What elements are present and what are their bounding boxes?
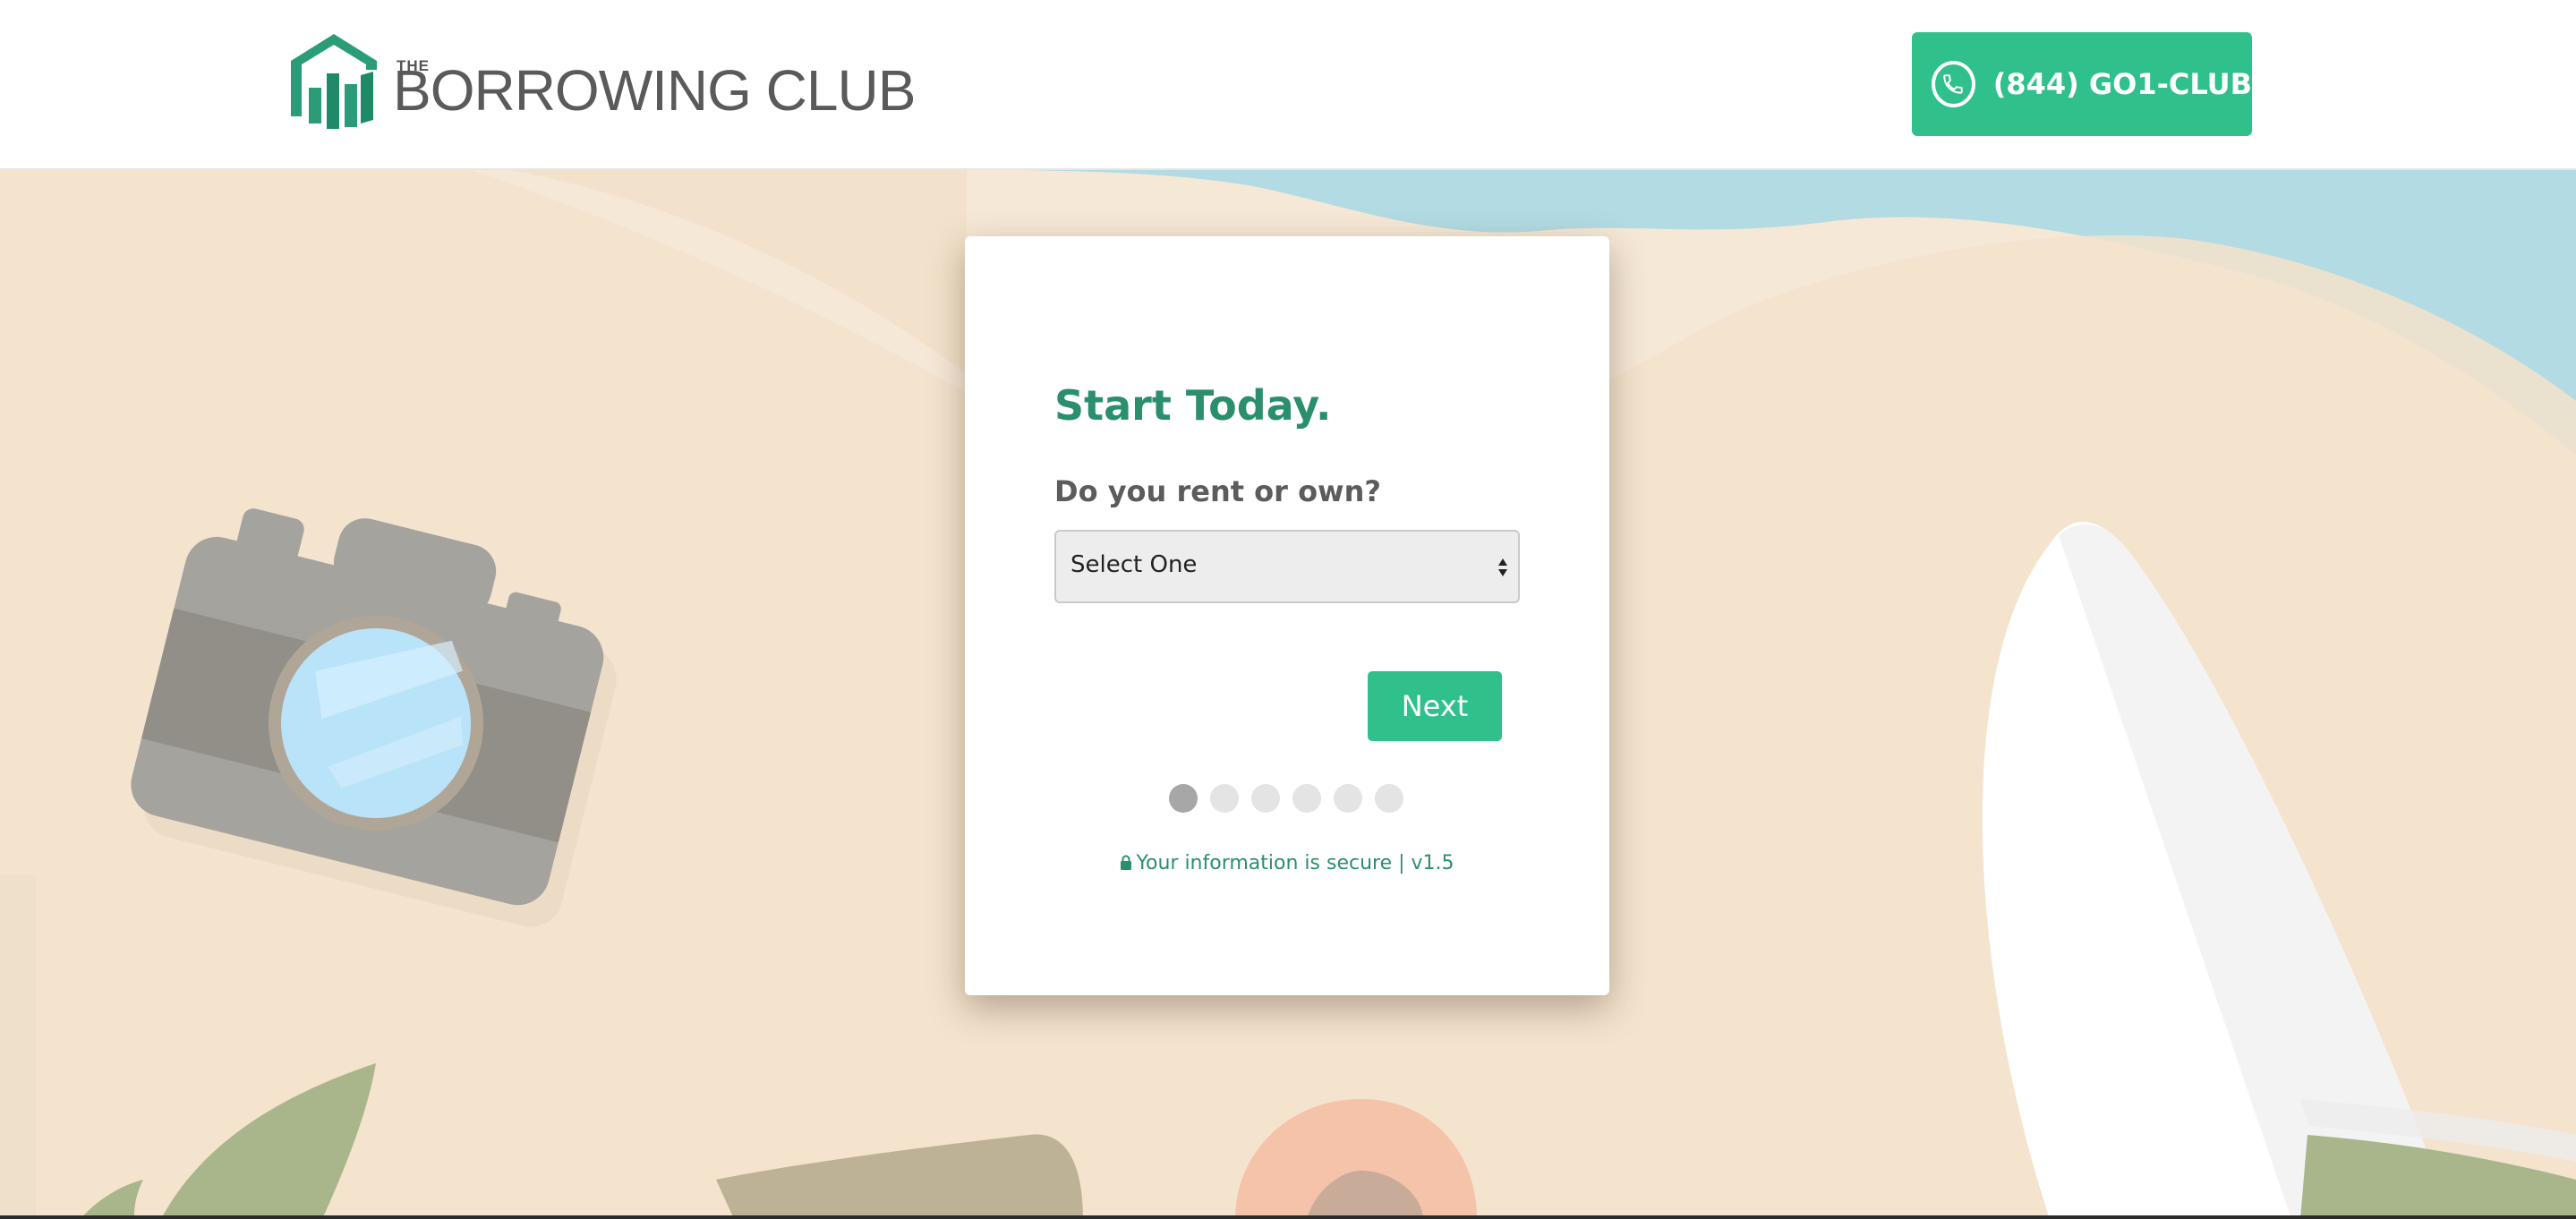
next-button[interactable]: Next (1368, 671, 1502, 741)
select-value: Select One (1070, 551, 1198, 578)
secure-note: Your information is secure | v1.5 (965, 852, 1609, 874)
phone-icon (1932, 61, 1975, 107)
phone-number-label: (844) GO1-CLUB (1992, 67, 2252, 101)
logo-name-text: BORROWING CLUB (393, 58, 916, 123)
lead-form-card: Start Today. Do you rent or own? Select … (965, 236, 1609, 995)
call-phone-button[interactable]: (844) GO1-CLUB (1912, 32, 2252, 136)
progress-dot (1375, 784, 1403, 813)
select-arrows-icon (1498, 558, 1507, 576)
rent-or-own-select[interactable]: Select One (1054, 530, 1520, 603)
progress-dot-current (1169, 784, 1198, 813)
question-label: Do you rent or own? (1054, 474, 1381, 508)
progress-dot (1292, 784, 1321, 813)
lock-icon (1121, 855, 1132, 870)
progress-dots (1169, 784, 1403, 813)
form-title: Start Today. (1054, 381, 1332, 430)
progress-dot (1251, 784, 1280, 813)
progress-dot (1210, 784, 1239, 813)
secure-text: Your information is secure | v1.5 (1136, 852, 1454, 874)
borrowing-club-logo[interactable]: THE BORROWING CLUB (291, 32, 916, 132)
site-header: THE BORROWING CLUB (844) GO1-CLUB (0, 0, 2576, 170)
house-chart-icon (291, 34, 377, 129)
page-bottom-border (0, 1215, 2576, 1219)
progress-dot (1334, 784, 1362, 813)
